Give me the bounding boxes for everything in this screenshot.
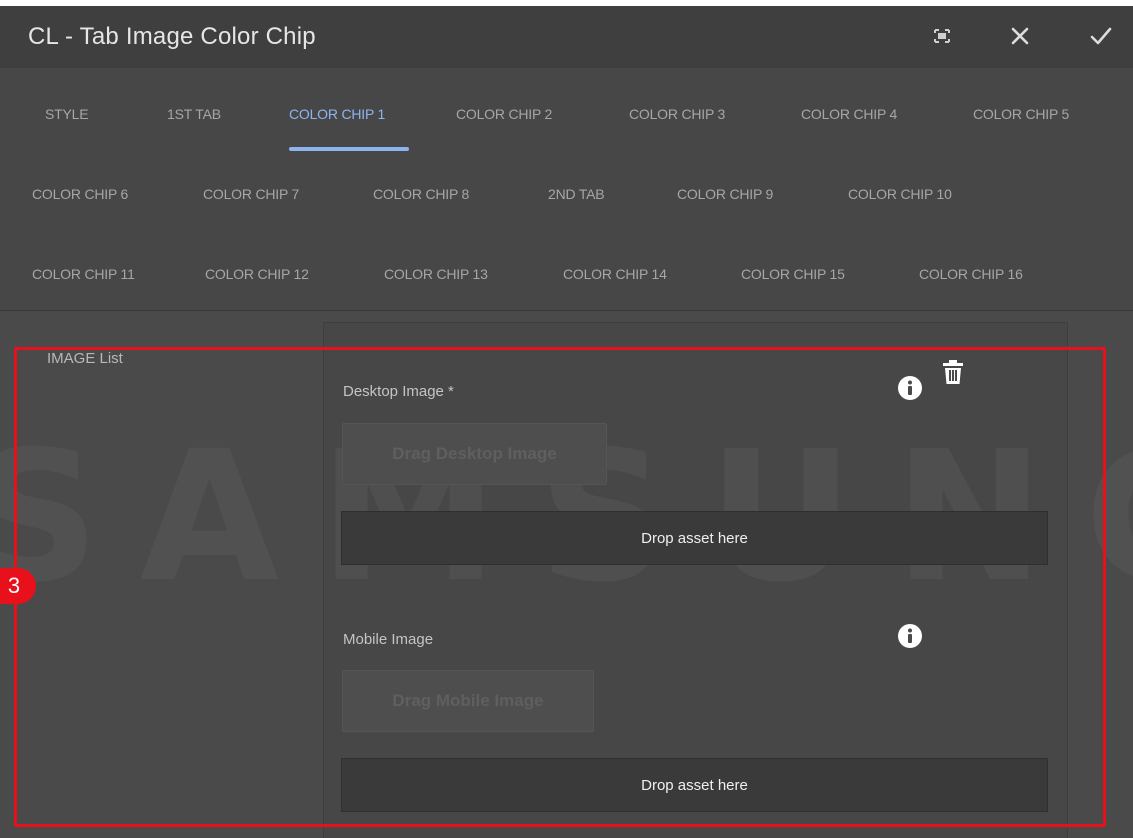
- dialog-titlebar: CL - Tab Image Color Chip: [0, 6, 1133, 68]
- tab-color-chip-7[interactable]: COLOR CHIP 7: [203, 186, 299, 202]
- drag-desktop-image-button[interactable]: Drag Desktop Image: [342, 423, 607, 485]
- tab-color-chip-11[interactable]: COLOR CHIP 11: [32, 266, 135, 282]
- fullscreen-button[interactable]: [924, 18, 960, 54]
- tab-color-chip-6[interactable]: COLOR CHIP 6: [32, 186, 128, 202]
- tab-color-chip-4[interactable]: COLOR CHIP 4: [801, 106, 897, 122]
- close-button[interactable]: [1002, 18, 1038, 54]
- tab-color-chip-10[interactable]: COLOR CHIP 10: [848, 186, 952, 202]
- tab-color-chip-3[interactable]: COLOR CHIP 3: [629, 106, 725, 122]
- desktop-drop-zone[interactable]: Drop asset here: [341, 511, 1048, 565]
- tab-color-chip-2[interactable]: COLOR CHIP 2: [456, 106, 552, 122]
- drag-desktop-image-label: Drag Desktop Image: [392, 444, 557, 463]
- tab-color-chip-8[interactable]: COLOR CHIP 8: [373, 186, 469, 202]
- tab-color-chip-14[interactable]: COLOR CHIP 14: [563, 266, 667, 282]
- tab-color-chip-13[interactable]: COLOR CHIP 13: [384, 266, 488, 282]
- tab-color-chip-16[interactable]: COLOR CHIP 16: [919, 266, 1023, 282]
- tab-2nd-tab[interactable]: 2ND TAB: [548, 186, 605, 202]
- fullscreen-icon: [934, 29, 950, 43]
- done-button[interactable]: [1083, 18, 1119, 54]
- desktop-image-label: Desktop Image *: [343, 383, 454, 400]
- info-icon[interactable]: [897, 623, 923, 649]
- tab-color-chip-15[interactable]: COLOR CHIP 15: [741, 266, 845, 282]
- tab-style[interactable]: STYLE: [45, 106, 89, 122]
- drag-mobile-image-label: Drag Mobile Image: [392, 691, 544, 710]
- drag-mobile-image-button[interactable]: Drag Mobile Image: [342, 670, 594, 732]
- tab-color-chip-1[interactable]: COLOR CHIP 1: [289, 106, 385, 122]
- image-list-label: IMAGE List: [47, 350, 123, 367]
- info-icon[interactable]: [897, 375, 923, 401]
- tab-color-chip-5[interactable]: COLOR CHIP 5: [973, 106, 1069, 122]
- mobile-drop-zone[interactable]: Drop asset here: [341, 758, 1048, 812]
- mobile-image-label: Mobile Image: [343, 631, 434, 648]
- tab-1st-tab[interactable]: 1ST TAB: [167, 106, 221, 122]
- tab-color-chip-9[interactable]: COLOR CHIP 9: [677, 186, 773, 202]
- mobile-drop-label: Drop asset here: [641, 776, 748, 794]
- annotation-badge: 3: [0, 568, 36, 604]
- tab-bar: STYLE 1ST TAB COLOR CHIP 1 COLOR CHIP 2 …: [0, 68, 1133, 311]
- desktop-drop-label: Drop asset here: [641, 529, 748, 547]
- trash-icon[interactable]: [940, 359, 966, 385]
- active-tab-indicator: [289, 147, 409, 151]
- tab-color-chip-12[interactable]: COLOR CHIP 12: [205, 266, 309, 282]
- dialog: CL - Tab Image Color Chip STYLE 1ST TAB …: [0, 6, 1133, 838]
- checkmark-icon: [1090, 27, 1112, 45]
- dialog-title: CL - Tab Image Color Chip: [28, 23, 316, 50]
- close-icon: [1011, 27, 1029, 45]
